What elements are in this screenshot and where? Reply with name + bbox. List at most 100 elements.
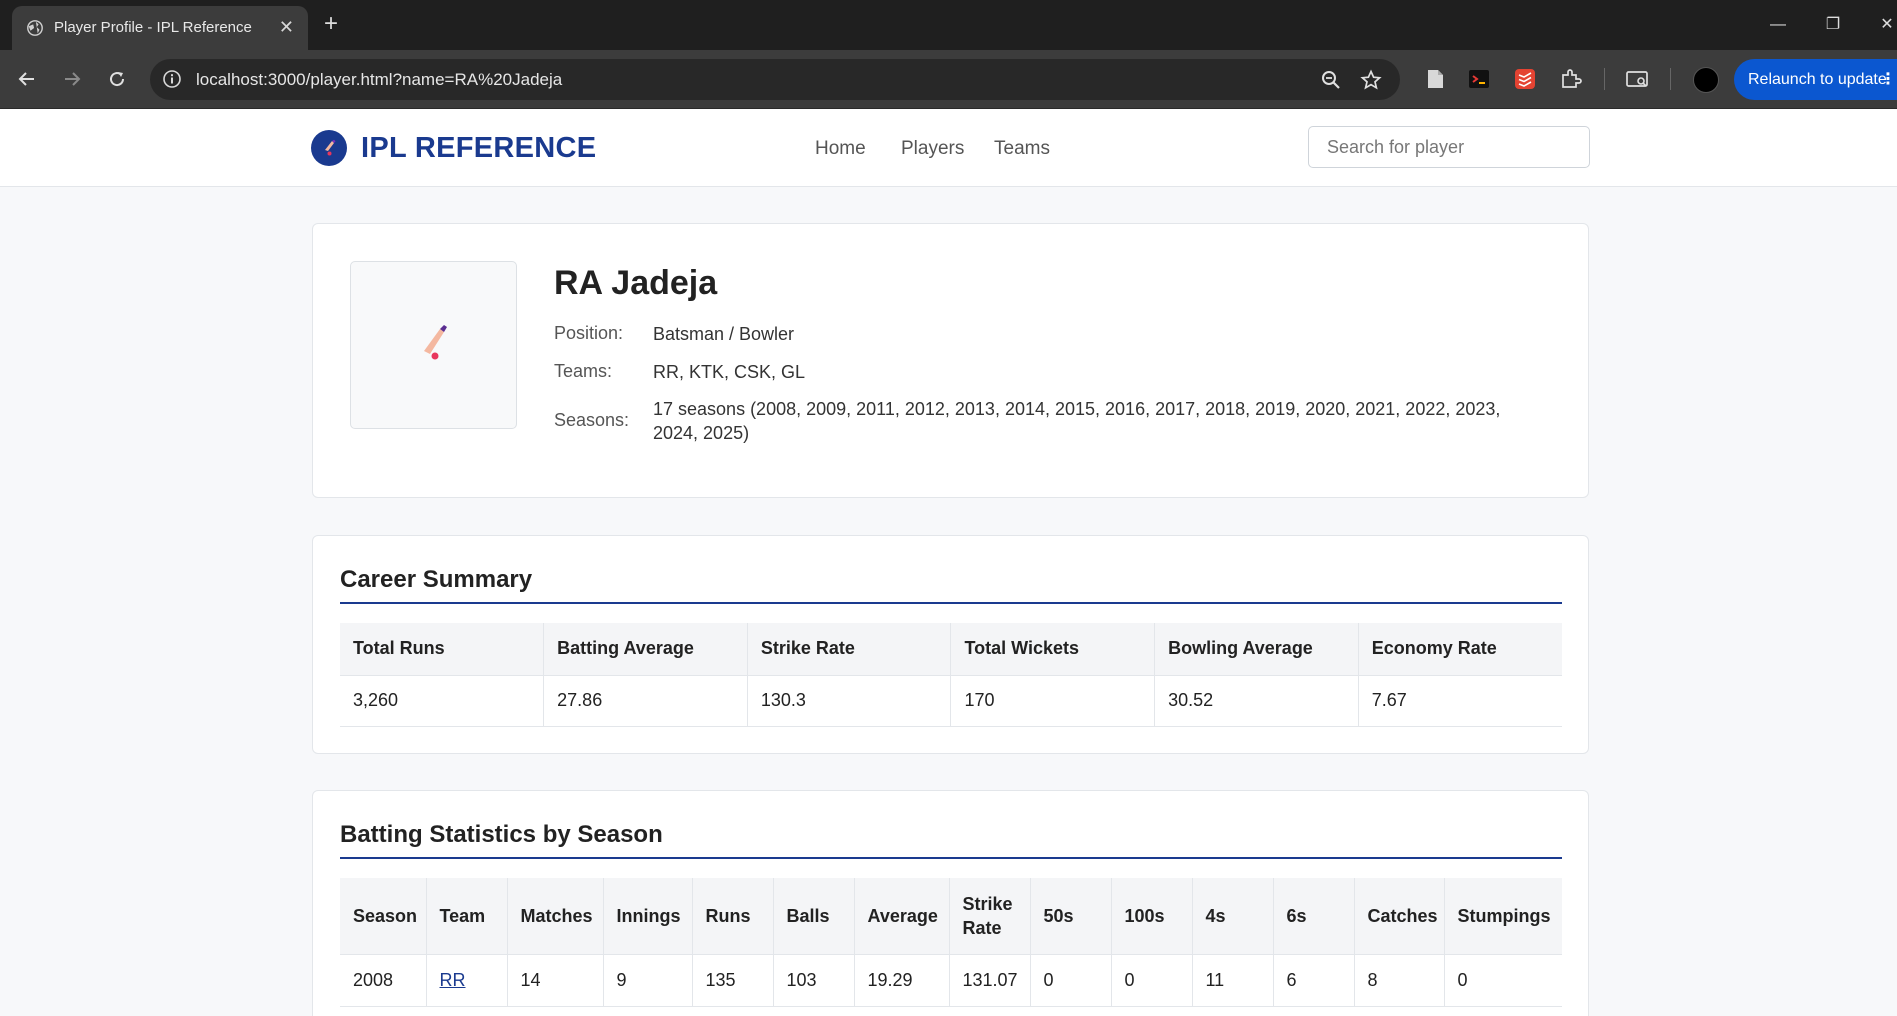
batting-header[interactable]: Team xyxy=(426,878,508,955)
nav-players[interactable]: Players xyxy=(901,138,964,160)
browser-tab[interactable]: Player Profile - IPL Reference ✕ xyxy=(12,6,308,50)
catches-cell: 8 xyxy=(1354,954,1445,1007)
summary-value-row: 3,260 27.86 130.3 170 30.52 7.67 xyxy=(340,675,1562,727)
forward-icon[interactable] xyxy=(57,64,87,94)
site-header: IPL REFERENCE Home Players Teams xyxy=(0,109,1897,187)
summary-value: 130.3 xyxy=(747,675,952,727)
summary-header: Batting Average xyxy=(543,623,748,676)
career-summary-table: Total Runs Batting Average Strike Rate T… xyxy=(340,623,1562,727)
runs-cell: 135 xyxy=(692,954,774,1007)
profile-avatar[interactable] xyxy=(1693,67,1719,93)
toolbar-divider xyxy=(1604,68,1605,90)
cricket-bat-logo-icon[interactable] xyxy=(311,130,347,166)
teams-value: RR, KTK, CSK, GL xyxy=(653,362,806,382)
batting-header[interactable]: Average xyxy=(854,878,950,955)
summary-value: 30.52 xyxy=(1154,675,1359,727)
toolbar-divider xyxy=(1670,68,1671,90)
nav-home[interactable]: Home xyxy=(815,138,866,160)
batting-header[interactable]: Innings xyxy=(603,878,693,955)
batting-header[interactable]: Season xyxy=(340,878,427,955)
summary-header: Total Wickets xyxy=(950,623,1156,676)
sixes-cell: 6 xyxy=(1273,954,1355,1007)
browser-tab-strip: Player Profile - IPL Reference ✕ + — ❐ ✕ xyxy=(0,0,1897,50)
window-close-icon[interactable]: ✕ xyxy=(1867,10,1897,40)
average-cell: 19.29 xyxy=(854,954,950,1007)
innings-cell: 9 xyxy=(603,954,693,1007)
teams-label: Teams: xyxy=(554,361,613,381)
zoom-icon[interactable] xyxy=(1320,69,1342,91)
tab-title: Player Profile - IPL Reference xyxy=(54,19,252,36)
matches-cell: 14 xyxy=(507,954,604,1007)
restore-icon[interactable]: ❐ xyxy=(1813,10,1853,40)
summary-value: 3,260 xyxy=(340,675,545,727)
player-search-input[interactable] xyxy=(1308,126,1590,168)
cast-icon[interactable] xyxy=(1625,67,1649,91)
batting-stats-title: Batting Statistics by Season xyxy=(340,821,663,848)
summary-value: 170 xyxy=(950,675,1156,727)
site-logo-text[interactable]: IPL REFERENCE xyxy=(361,132,596,165)
url-text: localhost:3000/player.html?name=RA%20Jad… xyxy=(196,70,563,89)
table-row: 2008 RR 14 9 135 103 19.29 131.07 0 0 11… xyxy=(340,954,1562,1007)
nav-teams[interactable]: Teams xyxy=(994,138,1050,160)
relaunch-button[interactable]: Relaunch to update ⋮ xyxy=(1734,59,1897,100)
seasons-label: Seasons: xyxy=(554,410,630,430)
terminal-extension-icon[interactable] xyxy=(1467,67,1491,91)
todoist-extension-icon[interactable] xyxy=(1513,67,1537,91)
minimize-icon[interactable]: — xyxy=(1758,10,1798,40)
more-menu-icon[interactable]: ⋮ xyxy=(1880,59,1896,100)
bookmark-star-icon[interactable] xyxy=(1360,69,1382,91)
new-tab-icon[interactable]: + xyxy=(318,12,344,38)
batting-header[interactable]: Runs xyxy=(692,878,774,955)
fours-cell: 11 xyxy=(1192,954,1274,1007)
seasons-value: 17 seasons (2008, 2009, 2011, 2012, 2013… xyxy=(653,399,1501,443)
globe-icon xyxy=(27,20,43,36)
summary-header: Total Runs xyxy=(340,623,545,676)
position-value: Batsman / Bowler xyxy=(653,324,795,344)
batting-stats-table: Season Team Matches Innings Runs Balls A… xyxy=(340,878,1562,1007)
summary-value: 27.86 xyxy=(543,675,748,727)
strike-rate-cell: 131.07 xyxy=(949,954,1031,1007)
batting-header-row: Season Team Matches Innings Runs Balls A… xyxy=(340,878,1562,955)
hundreds-cell: 0 xyxy=(1111,954,1193,1007)
batting-header[interactable]: 6s xyxy=(1273,878,1355,955)
batting-header[interactable]: Balls xyxy=(773,878,855,955)
fifties-cell: 0 xyxy=(1030,954,1112,1007)
relaunch-label: Relaunch to update xyxy=(1748,71,1887,88)
position-label: Position: xyxy=(554,323,624,343)
player-name: RA Jadeja xyxy=(554,264,718,302)
career-summary-card: Career Summary Total Runs Batting Averag… xyxy=(312,535,1589,754)
batting-header[interactable]: 4s xyxy=(1192,878,1274,955)
address-bar[interactable]: localhost:3000/player.html?name=RA%20Jad… xyxy=(150,59,1400,100)
batting-header[interactable]: 50s xyxy=(1030,878,1112,955)
summary-header: Bowling Average xyxy=(1154,623,1359,676)
batting-header[interactable]: Matches xyxy=(507,878,604,955)
browser-toolbar: localhost:3000/player.html?name=RA%20Jad… xyxy=(0,50,1897,109)
page-content: IPL REFERENCE Home Players Teams RA Jade… xyxy=(0,109,1897,1016)
reload-icon[interactable] xyxy=(102,64,132,94)
close-tab-icon[interactable]: ✕ xyxy=(279,16,294,38)
player-profile-card: RA Jadeja Position: Batsman / Bowler Tea… xyxy=(312,223,1589,498)
cricket-bat-icon xyxy=(423,325,447,360)
career-summary-title: Career Summary xyxy=(340,566,533,593)
batting-header[interactable]: Strike Rate xyxy=(949,878,1031,955)
section-divider xyxy=(340,602,1562,604)
batting-header[interactable]: Stumpings xyxy=(1444,878,1562,955)
balls-cell: 103 xyxy=(773,954,855,1007)
summary-header: Strike Rate xyxy=(747,623,952,676)
section-divider xyxy=(340,857,1562,859)
team-cell: RR xyxy=(426,954,508,1007)
batting-header[interactable]: 100s xyxy=(1111,878,1193,955)
extensions-puzzle-icon[interactable] xyxy=(1559,67,1583,91)
batting-header[interactable]: Catches xyxy=(1354,878,1445,955)
season-cell: 2008 xyxy=(340,954,427,1007)
document-extension-icon[interactable] xyxy=(1423,67,1447,91)
site-info-icon[interactable] xyxy=(162,69,182,89)
team-link[interactable]: RR xyxy=(440,970,466,990)
summary-header-row: Total Runs Batting Average Strike Rate T… xyxy=(340,623,1562,676)
summary-value: 7.67 xyxy=(1358,675,1562,727)
summary-header: Economy Rate xyxy=(1358,623,1562,676)
player-photo-placeholder xyxy=(350,261,517,429)
batting-stats-card: Batting Statistics by Season Season Team… xyxy=(312,790,1589,1016)
stumpings-cell: 0 xyxy=(1444,954,1562,1007)
back-icon[interactable] xyxy=(12,64,42,94)
